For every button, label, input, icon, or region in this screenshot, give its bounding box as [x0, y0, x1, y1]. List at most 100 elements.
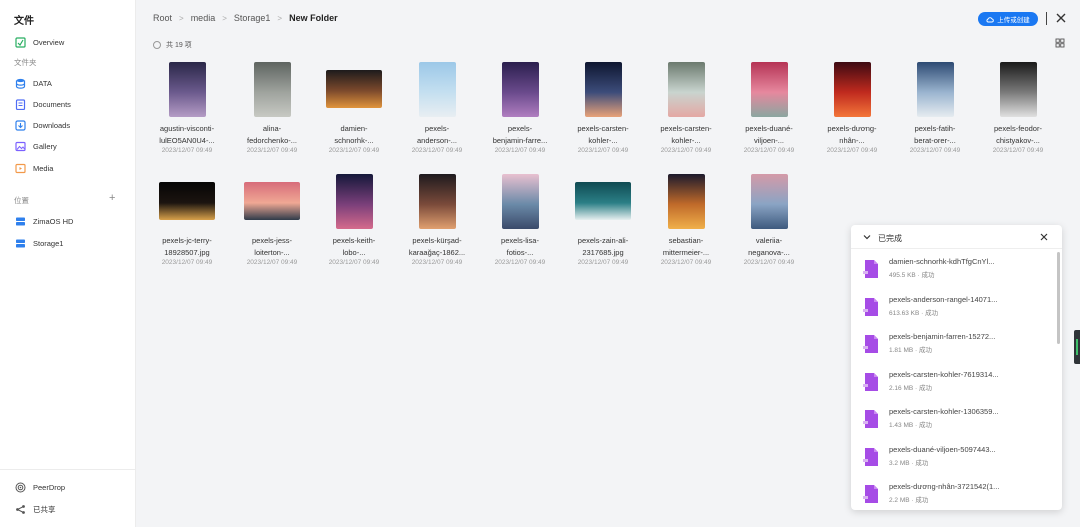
- file-item[interactable]: damien- schnorhk-... 2023/12/07 09:49: [312, 61, 396, 154]
- file-item[interactable]: pexels-zain-ali- 2317685.jpg 2023/12/07 0…: [561, 173, 645, 266]
- file-thumbnail: [244, 182, 300, 220]
- file-item[interactable]: agustin-visconti- lulEO5AN0U4-... 2023/12…: [145, 61, 229, 154]
- file-item[interactable]: pexels-jc-terry- 18928507.jpg 2023/12/07 …: [145, 173, 229, 266]
- sidebar-item-label: Media: [33, 163, 54, 173]
- upload-file-meta: 1.81 MB · 成功: [889, 344, 932, 354]
- close-icon[interactable]: [1039, 232, 1049, 244]
- image-file-icon: [862, 259, 880, 281]
- file-thumbnail: [750, 61, 788, 117]
- file-date: 2023/12/07 09:49: [328, 147, 380, 154]
- item-count-row: 共 19 项: [153, 40, 192, 50]
- sidebar-item-documents[interactable]: Documents: [14, 96, 71, 112]
- file-date: 2023/12/07 09:49: [494, 259, 546, 266]
- upload-item: pexels-anderson-rangel-14071... 613.63 KB…: [862, 293, 1042, 323]
- sidebar-item-downloads[interactable]: Downloads: [14, 117, 70, 133]
- sidebar-item-shared[interactable]: 已共享: [14, 501, 56, 517]
- upload-status: 成功: [915, 497, 929, 504]
- file-item[interactable]: pexels-carsten- kohler-... 2023/12/07 09:…: [644, 61, 728, 154]
- sidebar-item-storage1[interactable]: Storage1: [14, 235, 63, 251]
- sidebar-item-peerdrop[interactable]: PeerDrop: [14, 479, 65, 495]
- file-thumbnail: [335, 173, 373, 229]
- close-icon[interactable]: [1054, 10, 1068, 26]
- file-item[interactable]: pexels-fatih- berat-orer-... 2023/12/07 0…: [893, 61, 977, 154]
- breadcrumb: Root > media > Storage1 > New Folder: [153, 13, 338, 23]
- file-item[interactable]: pexels- anderson-... 2023/12/07 09:49: [395, 61, 479, 154]
- app-title: 文件: [14, 16, 34, 27]
- file-date: 2023/12/07 09:49: [246, 147, 298, 154]
- file-date: 2023/12/07 09:49: [328, 259, 380, 266]
- file-date: 2023/12/07 09:49: [411, 147, 463, 154]
- file-item[interactable]: alina- fedorchenko-... 2023/12/07 09:49: [230, 61, 314, 154]
- image-file-icon: [862, 484, 880, 506]
- upload-file-meta: 2.2 MB · 成功: [889, 494, 928, 504]
- sidebar-item-zimaos-hd[interactable]: ZimaOS HD: [14, 213, 73, 229]
- peerdrop-icon: [14, 481, 26, 493]
- upload-item: pexels-duané-viljoen-5097443... 3.2 MB · …: [862, 443, 1042, 473]
- upload-file-size: 1.43 MB: [889, 422, 914, 429]
- upload-file-name: pexels-anderson-rangel-14071...: [889, 294, 998, 304]
- upload-file-size: 1.81 MB: [889, 347, 914, 354]
- file-thumbnail: [501, 173, 539, 229]
- database-icon: [14, 77, 26, 89]
- sidebar-item-gallery[interactable]: Gallery: [14, 138, 57, 154]
- file-name: pexels-zain-ali- 2317685.jpg: [577, 236, 629, 257]
- chevron-right-icon: >: [222, 13, 227, 23]
- file-item[interactable]: pexels-duané- viljoen-... 2023/12/07 09:4…: [727, 61, 811, 154]
- file-item[interactable]: pexels-feodor- chistyakov-... 2023/12/07 …: [976, 61, 1060, 154]
- breadcrumb-root[interactable]: Root: [153, 13, 172, 23]
- file-name: pexels-lisa- fotios-...: [501, 236, 539, 257]
- add-location-icon[interactable]: +: [109, 192, 115, 204]
- upload-button[interactable]: 上传或创建: [978, 12, 1038, 26]
- sidebar-item-label: Documents: [33, 99, 71, 109]
- file-name: pexels-duané- viljoen-...: [745, 124, 793, 145]
- image-file-icon: [862, 297, 880, 319]
- file-name: alina- fedorchenko-...: [246, 124, 298, 145]
- upload-status: 成功: [919, 347, 932, 354]
- file-item[interactable]: pexels-carsten- kohler-... 2023/12/07 09:…: [561, 61, 645, 154]
- grid-view-icon[interactable]: [1055, 38, 1065, 48]
- file-item[interactable]: pexels- benjamin-farre... 2023/12/07 09:4…: [478, 61, 562, 154]
- sidebar-item-media[interactable]: Media: [14, 160, 53, 176]
- file-item[interactable]: pexels-lisa- fotios-... 2023/12/07 09:49: [478, 173, 562, 266]
- file-item[interactable]: valeriia- neganova-... 2023/12/07 09:49: [727, 173, 811, 266]
- upload-file-meta: 613.63 KB · 成功: [889, 307, 938, 317]
- file-name: pexels-dương- nhân-...: [827, 124, 877, 145]
- upload-file-meta: 1.43 MB · 成功: [889, 419, 932, 429]
- side-handle[interactable]: [1074, 330, 1080, 364]
- file-name: damien- schnorhk-...: [334, 124, 374, 145]
- file-thumbnail: [501, 61, 539, 117]
- file-date: 2023/12/07 09:49: [992, 147, 1044, 154]
- file-item[interactable]: pexels-dương- nhân-... 2023/12/07 09:49: [810, 61, 894, 154]
- breadcrumb-storage1[interactable]: Storage1: [234, 13, 271, 23]
- sidebar-item-data[interactable]: DATA: [14, 75, 52, 91]
- file-date: 2023/12/07 09:49: [246, 259, 298, 266]
- scrollbar[interactable]: [1057, 252, 1060, 344]
- file-item[interactable]: pexels-kürşad- karaağaç-1862... 2023/12/0…: [395, 173, 479, 266]
- file-name: pexels-kürşad- karaağaç-1862...: [408, 236, 466, 257]
- breadcrumb-media[interactable]: media: [191, 13, 216, 23]
- sidebar-item-overview[interactable]: Overview: [14, 34, 64, 50]
- select-all-radio[interactable]: [153, 41, 161, 49]
- file-item[interactable]: pexels-keith- lobo-... 2023/12/07 09:49: [312, 173, 396, 266]
- file-thumbnail: [667, 61, 705, 117]
- upload-item: pexels-carsten-kohler-7619314... 2.16 MB …: [862, 368, 1042, 398]
- file-item[interactable]: sebastian- mittermeier-... 2023/12/07 09:…: [644, 173, 728, 266]
- file-thumbnail: [999, 61, 1037, 117]
- upload-file-name: pexels-dương-nhân-3721542(1...: [889, 482, 1000, 491]
- upload-file-size: 495.5 KB: [889, 272, 916, 279]
- file-thumbnail: [575, 182, 631, 220]
- upload-file-name: pexels-carsten-kohler-7619314...: [889, 369, 999, 379]
- sidebar-item-label: 已共享: [33, 504, 56, 514]
- sidebar-item-label: Overview: [33, 37, 65, 47]
- file-date: 2023/12/07 09:49: [577, 259, 629, 266]
- file-date: 2023/12/07 09:49: [826, 147, 878, 154]
- file-name: valeriia- neganova-...: [748, 236, 790, 257]
- file-name: agustin-visconti- lulEO5AN0U4-...: [159, 124, 215, 145]
- chevron-down-icon[interactable]: [862, 232, 872, 244]
- image-file-icon: [862, 372, 880, 394]
- file-thumbnail: [584, 61, 622, 117]
- file-item[interactable]: pexels-jess- loiterton-... 2023/12/07 09:…: [230, 173, 314, 266]
- cloud-upload-icon: [986, 16, 994, 22]
- upload-button-label: 上传或创建: [997, 17, 1030, 24]
- files-section-label: 文件夹: [14, 58, 37, 67]
